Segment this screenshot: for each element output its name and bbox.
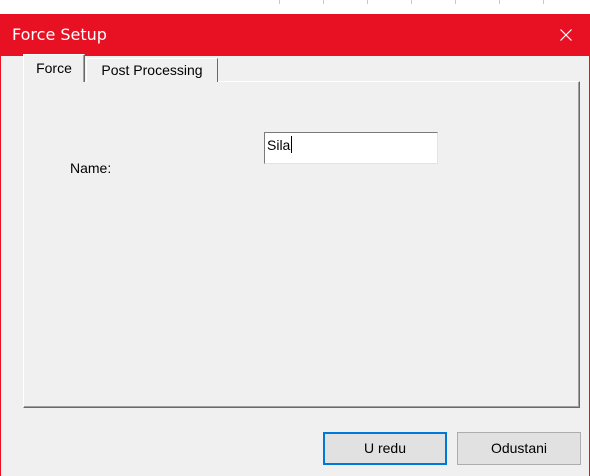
- title-bar[interactable]: Force Setup: [1, 14, 589, 56]
- close-button[interactable]: [543, 14, 589, 56]
- background-grid-tick: [323, 0, 324, 4]
- ok-button[interactable]: U redu: [323, 432, 447, 465]
- text-caret: [291, 136, 293, 153]
- background-grid-tick: [367, 0, 368, 4]
- background-grid-tick: [455, 0, 456, 4]
- tab-force[interactable]: Force: [23, 54, 85, 82]
- cancel-button[interactable]: Odustani: [457, 432, 581, 465]
- background-grid-tick: [411, 0, 412, 4]
- background-grid-tick: [543, 0, 544, 4]
- tab-post-processing[interactable]: Post Processing: [86, 58, 218, 82]
- tab-post-processing-label: Post Processing: [101, 62, 203, 78]
- background-grid-tick: [279, 0, 280, 4]
- force-tab-panel: [23, 81, 580, 408]
- window-title: Force Setup: [12, 25, 107, 44]
- tab-force-label: Force: [36, 60, 72, 76]
- name-input[interactable]: Sila: [264, 132, 438, 164]
- name-input-value: Sila: [267, 137, 291, 153]
- background-grid-tick: [499, 0, 500, 4]
- close-icon: [560, 29, 572, 41]
- name-label: Name:: [70, 160, 112, 176]
